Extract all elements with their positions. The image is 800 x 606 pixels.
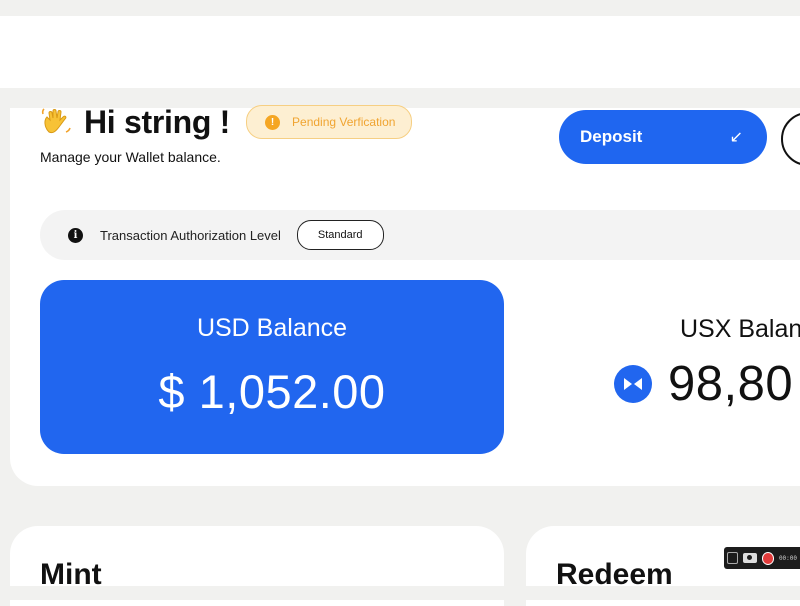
authorization-level-label: Transaction Authorization Level (100, 227, 281, 243)
waving-hand-icon (40, 106, 72, 138)
page-bottom-strip (0, 586, 800, 600)
page-subtitle: Manage your Wallet balance. (40, 149, 221, 165)
usd-balance-card: USD Balance $ 1,052.00 (40, 280, 504, 454)
status-badge-label: Pending Verfication (292, 115, 396, 129)
authorization-level-bar: i Transaction Authorization Level Standa… (40, 210, 800, 260)
deposit-button-label: Deposit (580, 127, 643, 146)
usd-balance-label: USD Balance (196, 314, 348, 342)
screen-recorder-widget[interactable]: 00:00 (724, 547, 800, 569)
usx-balance-row: 98,80 (614, 356, 793, 412)
arrow-down-left-icon: ↙ (729, 129, 743, 146)
verification-status-badge[interactable]: ! Pending Verfication (246, 105, 413, 139)
authorization-level-chip[interactable]: Standard (296, 220, 384, 250)
usx-balance-amount: 98,80 (668, 357, 794, 411)
recorder-settings-icon[interactable] (727, 552, 739, 564)
top-bar (0, 16, 800, 88)
deposit-button[interactable]: Deposit ↙ (559, 110, 767, 164)
info-icon: i (68, 227, 83, 243)
usd-balance-amount: $ 1,052.00 (158, 365, 386, 418)
recorder-timer: 00:00 (778, 554, 797, 562)
warning-info-icon: ! (265, 114, 281, 130)
camera-icon[interactable] (743, 553, 757, 563)
page-title: Hi string ! (84, 103, 231, 140)
usx-token-icon (614, 365, 652, 403)
record-icon[interactable] (761, 551, 774, 565)
greeting-row: Hi string ! ! Pending Verfication (40, 103, 413, 140)
usx-balance-label: USX Balan (680, 315, 800, 343)
